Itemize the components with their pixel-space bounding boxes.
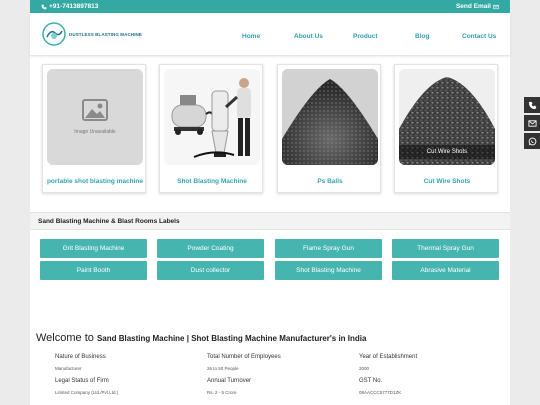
product-card-cut-wire-shots[interactable]: Cut Wire Shots Cut Wire Shots bbox=[394, 64, 498, 193]
ps-balls-image bbox=[282, 69, 378, 165]
fact-label: Legal Status of Firm bbox=[55, 378, 109, 384]
nav-contact-us[interactable]: Contact Us bbox=[462, 33, 496, 40]
send-email-link[interactable]: Send Email bbox=[456, 3, 499, 10]
mail-icon bbox=[527, 119, 537, 127]
nav-home[interactable]: Home bbox=[242, 33, 260, 40]
fact-label: Nature of Business bbox=[55, 354, 106, 360]
section-title: Sand Blasting Machine & Blast Rooms Labe… bbox=[38, 218, 180, 225]
site-header: DUSTLESS BLASTING MACHINE Home About Us … bbox=[30, 13, 510, 56]
phone-icon bbox=[528, 101, 536, 109]
product-card-portable[interactable]: Image Unavailable portable shot blasting… bbox=[42, 64, 146, 193]
envelope-icon bbox=[493, 4, 499, 9]
category-tile[interactable]: Flame Spray Gun bbox=[275, 239, 382, 258]
nav-about-us[interactable]: About Us bbox=[294, 33, 323, 40]
side-phone-button[interactable] bbox=[524, 97, 540, 113]
category-tile[interactable]: Dust collector bbox=[157, 261, 264, 280]
category-tile[interactable]: Abrasive Material bbox=[392, 261, 499, 280]
fact-label: Total Number of Employees bbox=[207, 354, 281, 360]
top-bar: +91-7413897813 Send Email bbox=[30, 0, 510, 13]
category-tile[interactable]: Powder Coating bbox=[157, 239, 264, 258]
product-title[interactable]: portable shot blasting machine bbox=[43, 178, 147, 185]
phone-link[interactable]: +91-7413897813 bbox=[41, 3, 98, 10]
logo-icon bbox=[42, 22, 66, 46]
shot-blasting-machine-image bbox=[164, 69, 260, 165]
logo[interactable]: DUSTLESS BLASTING MACHINE bbox=[41, 21, 142, 47]
category-tile[interactable]: Paint Booth bbox=[40, 261, 147, 280]
nav-product[interactable]: Product bbox=[353, 33, 378, 40]
whatsapp-icon bbox=[528, 137, 536, 145]
category-tile[interactable]: Grit Blasting Machine bbox=[40, 239, 147, 258]
image-unavailable-text: Image Unavailable bbox=[74, 129, 116, 135]
fact-label: GST No. bbox=[359, 378, 383, 384]
company-name: Sand Blasting Machine | Shot Blasting Ma… bbox=[96, 334, 367, 343]
product-image-unavailable: Image Unavailable bbox=[47, 69, 143, 165]
side-mail-button[interactable] bbox=[524, 115, 540, 131]
fact-label: Annual Turnover bbox=[207, 378, 252, 384]
fact-label: Year of Establishment bbox=[359, 354, 418, 360]
nav-blog[interactable]: Blog bbox=[415, 33, 429, 40]
product-title[interactable]: Shot Blasting Machine bbox=[160, 178, 264, 185]
cut-wire-shots-image: Cut Wire Shots bbox=[399, 69, 495, 165]
fact-value: Manufacturer bbox=[55, 366, 82, 371]
fact-value: Limited Company (Ltd./Pvt.Ltd.) bbox=[55, 390, 119, 395]
page-background bbox=[30, 0, 510, 405]
welcome-heading: Welcome to Sand Blasting Machine | Shot … bbox=[36, 332, 366, 344]
welcome-prefix: Welcome to bbox=[36, 332, 94, 344]
product-title[interactable]: Cut Wire Shots bbox=[395, 178, 499, 185]
phone-number: +91-7413897813 bbox=[49, 3, 99, 10]
image-caption: Cut Wire Shots bbox=[426, 149, 468, 155]
category-tile[interactable]: Shot Blasting Machine bbox=[275, 261, 382, 280]
fact-value: 2000 bbox=[359, 366, 370, 371]
product-title[interactable]: Ps Balls bbox=[278, 178, 382, 185]
side-whatsapp-button[interactable] bbox=[524, 133, 540, 149]
fact-value: Rs. 2 - 5 Crore bbox=[207, 390, 237, 395]
logo-text: DUSTLESS BLASTING MACHINE bbox=[69, 31, 143, 37]
fact-value: 08AACCC5777D1ZK bbox=[359, 390, 402, 395]
send-email-label: Send Email bbox=[455, 3, 491, 10]
product-card-shot-blasting[interactable]: Shot Blasting Machine bbox=[159, 64, 263, 193]
category-tile[interactable]: Thermal Spray Gun bbox=[392, 239, 499, 258]
product-card-ps-balls[interactable]: Ps Balls bbox=[277, 64, 381, 193]
fact-value: 26 to 50 People bbox=[207, 366, 239, 371]
phone-icon bbox=[41, 4, 47, 9]
section-heading: Sand Blasting Machine & Blast Rooms Labe… bbox=[30, 212, 510, 230]
image-placeholder-icon bbox=[82, 99, 108, 121]
